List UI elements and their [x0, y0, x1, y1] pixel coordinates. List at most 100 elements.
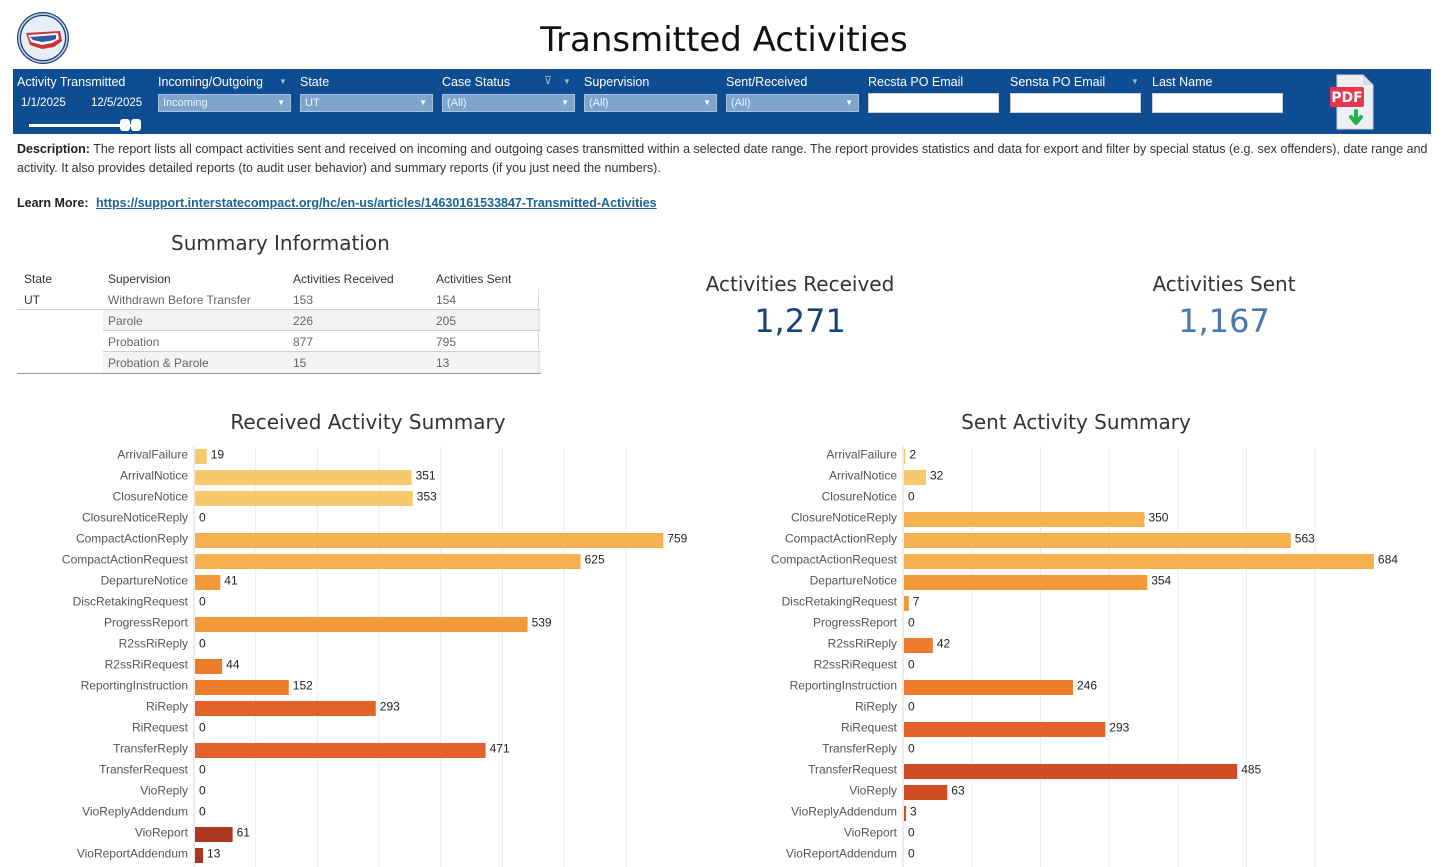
data-label: 293 — [1109, 721, 1129, 735]
pdf-download-button[interactable]: PDF — [1329, 73, 1379, 131]
bar[interactable] — [195, 701, 376, 716]
table-row[interactable]: Probation & Parole 15 13 — [103, 352, 541, 373]
category-label: ReportingInstruction — [81, 679, 188, 693]
incoming-outgoing-label: Incoming/Outgoing — [158, 75, 263, 89]
category-label: VioReport — [844, 826, 898, 840]
cell-received: 15 — [293, 356, 307, 370]
cell-received: 226 — [293, 314, 314, 328]
bar[interactable] — [904, 785, 948, 800]
category-label: VioReportAddendum — [786, 847, 897, 861]
data-label: 539 — [532, 616, 552, 630]
column-header-supervision[interactable]: Supervision — [108, 272, 171, 286]
data-label: 0 — [199, 805, 206, 819]
row-edge — [538, 352, 541, 373]
date-range-slider-track[interactable] — [29, 124, 133, 127]
data-label: 0 — [199, 595, 206, 609]
data-label: 2 — [909, 448, 916, 462]
category-label: TransferReply — [113, 742, 188, 756]
bar[interactable] — [195, 680, 289, 695]
learn-more: Learn More: https://support.interstateco… — [17, 196, 657, 210]
dropdown-menu-icon[interactable]: ▼ — [563, 77, 571, 86]
category-label: VioReplyAddendum — [82, 805, 188, 819]
date-start: 1/1/2025 — [21, 97, 66, 109]
date-range-slider-handle-start[interactable] — [119, 119, 130, 131]
date-range-slider-handle-end[interactable] — [130, 119, 141, 131]
state-label: State — [300, 75, 330, 89]
bar[interactable] — [904, 764, 1238, 779]
supervision-select[interactable]: (All) ▼ — [584, 94, 717, 112]
row-edge — [538, 289, 541, 310]
page-title: Transmitted Activities — [540, 20, 908, 60]
description: Description: The report lists all compac… — [17, 140, 1437, 178]
bar[interactable] — [904, 722, 1106, 737]
bar[interactable] — [904, 449, 906, 464]
table-row[interactable]: UT Withdrawn Before Transfer 153 154 — [17, 289, 541, 310]
dropdown-menu-icon[interactable]: ▼ — [279, 77, 287, 86]
table-row[interactable]: Probation 877 795 — [103, 331, 541, 352]
bar[interactable] — [195, 617, 528, 632]
bar[interactable] — [904, 680, 1074, 695]
data-label: 152 — [293, 679, 313, 693]
bar[interactable] — [904, 554, 1374, 569]
data-label: 354 — [1151, 574, 1171, 588]
description-text: The report lists all compact activities … — [17, 142, 1428, 175]
category-label: ClosureNoticeReply — [82, 511, 188, 525]
chevron-down-icon: ▼ — [419, 98, 427, 107]
case-status-select[interactable]: (All) ▼ — [442, 94, 575, 112]
column-header-state[interactable]: State — [24, 272, 52, 286]
sensta-po-email-input[interactable] — [1010, 93, 1141, 113]
incoming-outgoing-select[interactable]: Incoming ▼ — [158, 94, 291, 112]
bar[interactable] — [195, 659, 223, 674]
bar[interactable] — [195, 533, 664, 548]
bar[interactable] — [904, 596, 909, 611]
case-status-value: (All) — [447, 97, 467, 109]
bar[interactable] — [195, 491, 413, 506]
category-label: TransferRequest — [808, 763, 898, 777]
data-label: 42 — [937, 637, 951, 651]
recsta-po-email-input[interactable] — [868, 93, 999, 113]
bar[interactable] — [904, 575, 1148, 590]
cell-state: UT — [24, 293, 40, 307]
data-label: 353 — [417, 490, 437, 504]
last-name-input[interactable] — [1152, 93, 1283, 113]
bar[interactable] — [904, 806, 907, 821]
bar[interactable] — [904, 638, 933, 653]
bar[interactable] — [195, 743, 486, 758]
data-label: 0 — [908, 616, 915, 630]
data-label: 293 — [380, 700, 400, 714]
bar[interactable] — [904, 470, 926, 485]
category-label: RiReply — [146, 700, 188, 714]
category-label: ArrivalNotice — [120, 469, 188, 483]
category-label: VioReplyAddendum — [791, 805, 897, 819]
bar[interactable] — [195, 848, 204, 863]
bar[interactable] — [904, 533, 1291, 548]
category-label: RiRequest — [132, 721, 189, 735]
bar[interactable] — [195, 470, 412, 485]
table-row[interactable]: Parole 226 205 — [103, 310, 541, 331]
supervision-value: (All) — [589, 97, 609, 109]
bar[interactable] — [195, 449, 207, 464]
bar[interactable] — [195, 827, 233, 842]
column-header-activities-received[interactable]: Activities Received — [293, 272, 394, 286]
kpi-received-value: 1,271 — [754, 302, 846, 340]
cell-received: 153 — [293, 293, 314, 307]
cell-sent: 13 — [436, 356, 450, 370]
learn-more-link[interactable]: https://support.interstatecompact.org/hc… — [96, 196, 657, 210]
column-header-activities-sent[interactable]: Activities Sent — [436, 272, 511, 286]
sent-received-select[interactable]: (All) ▼ — [726, 94, 859, 112]
summary-title: Summary Information — [171, 231, 390, 255]
data-label: 350 — [1148, 511, 1168, 525]
dropdown-menu-icon[interactable]: ▼ — [1131, 77, 1139, 86]
supervision-label: Supervision — [584, 75, 650, 89]
chevron-down-icon: ▼ — [561, 98, 569, 107]
bar[interactable] — [195, 554, 581, 569]
category-label: ArrivalNotice — [829, 469, 897, 483]
bar[interactable] — [195, 575, 221, 590]
category-label: R2ssRiRequest — [814, 658, 898, 672]
filter-funnel-icon[interactable]: ⊽ — [544, 74, 552, 87]
bar[interactable] — [904, 512, 1145, 527]
state-select[interactable]: UT ▼ — [300, 94, 433, 112]
data-label: 0 — [908, 742, 915, 756]
category-label: DiscRetakingRequest — [782, 595, 898, 609]
category-label: CompactActionRequest — [771, 553, 898, 567]
